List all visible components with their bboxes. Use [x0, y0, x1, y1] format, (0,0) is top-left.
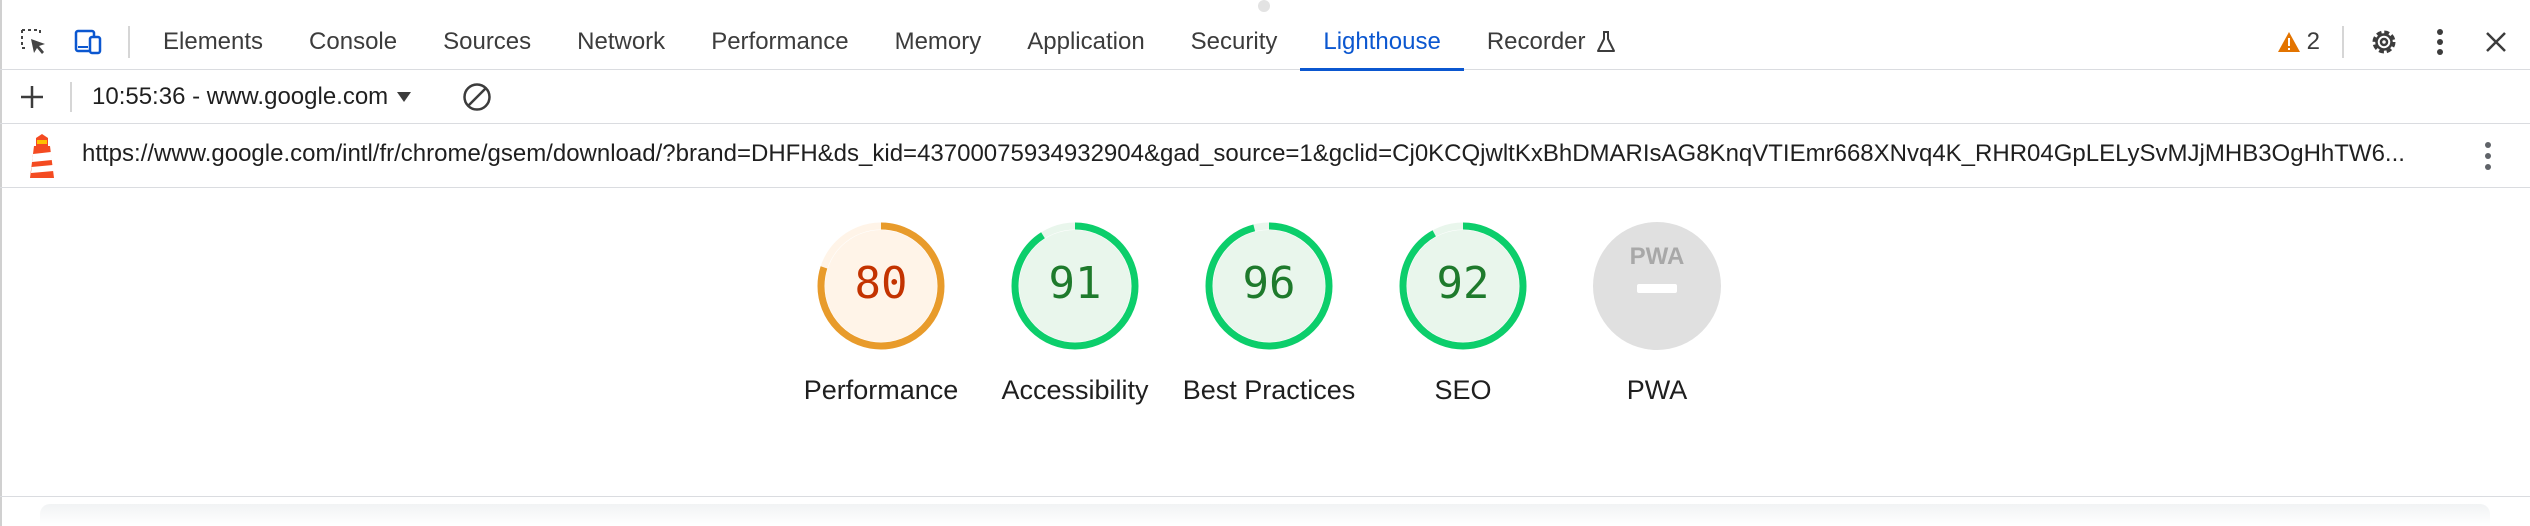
close-icon[interactable] [2476, 22, 2516, 62]
resize-handle[interactable] [1258, 0, 1270, 12]
warning-icon [2277, 32, 2300, 52]
gauge-label: Performance [803, 375, 959, 405]
tab-security[interactable]: Security [1168, 14, 1301, 70]
score-gauges: 80 Performance 91 Accessibility 96 Best … [784, 220, 1754, 410]
gauge-label: SEO [1434, 375, 1492, 405]
tab-label: Sources [443, 28, 532, 55]
tab-label: Console [309, 28, 398, 55]
report-body-edge [40, 504, 2490, 526]
more-vertical-icon[interactable] [2420, 22, 2460, 62]
score-gauge: 80 [817, 222, 945, 350]
devtools-tabbar: Elements Console Sources Network Perform… [0, 14, 2530, 71]
tab-label: Lighthouse [1323, 28, 1441, 55]
gear-icon[interactable] [2364, 22, 2404, 62]
score-value: 92 [1437, 258, 1490, 309]
score-value: 80 [855, 258, 908, 309]
tab-label: Memory [894, 28, 982, 55]
warnings-counter[interactable]: 2 [2277, 28, 2320, 56]
report-toolbar: 10:55:36 - www.google.com [0, 70, 2530, 124]
gauge-pwa[interactable]: PWA PWA [1560, 220, 1754, 410]
more-vertical-icon[interactable] [2478, 136, 2498, 176]
lighthouse-logo-icon [30, 134, 54, 178]
score-value: 96 [1243, 258, 1296, 309]
pwa-na-dash [1637, 284, 1677, 293]
tab-elements[interactable]: Elements [140, 14, 286, 70]
pwa-badge: PWA [1593, 222, 1721, 350]
score-value: 91 [1049, 258, 1102, 309]
gauge-performance[interactable]: 80 Performance [784, 220, 978, 410]
clear-icon[interactable] [458, 78, 496, 116]
tab-performance[interactable]: Performance [688, 14, 871, 70]
gauge-label: PWA [1626, 375, 1688, 405]
device-toolbar-icon[interactable] [70, 24, 106, 60]
tab-label: Performance [711, 28, 849, 55]
tab-label: Recorder [1486, 28, 1586, 55]
devtools-window: Elements Console Sources Network Perform… [0, 0, 2530, 526]
audited-url-bar: https://www.google.com/intl/fr/chrome/gs… [0, 124, 2530, 188]
tab-label: Network [577, 28, 666, 55]
panel-divider [0, 496, 2530, 497]
pwa-badge-text: PWA [1630, 243, 1685, 270]
report-selector[interactable]: 10:55:36 - www.google.com [92, 80, 412, 114]
inspect-element-icon[interactable] [16, 24, 52, 60]
toolbar-divider [128, 26, 130, 58]
tab-memory[interactable]: Memory [872, 14, 1005, 70]
toolbar-divider [70, 82, 72, 112]
audited-url: https://www.google.com/intl/fr/chrome/gs… [82, 140, 2405, 167]
score-gauge: 96 [1205, 222, 1333, 350]
devtools-right-controls: 2 [2277, 14, 2530, 70]
gauge-accessibility[interactable]: 91 Accessibility [978, 220, 1172, 410]
gauge-best-practices[interactable]: 96 Best Practices [1172, 220, 1366, 410]
gauge-label: Best Practices [1182, 375, 1356, 405]
gauge-label: Accessibility [1001, 375, 1149, 405]
warnings-count: 2 [2306, 28, 2320, 55]
tab-application[interactable]: Application [1004, 14, 1167, 70]
tab-console[interactable]: Console [286, 14, 420, 70]
tab-sources[interactable]: Sources [420, 14, 554, 70]
tab-recorder[interactable]: Recorder [1464, 14, 1639, 70]
score-gauge: 91 [1011, 222, 1139, 350]
tab-label: Elements [163, 28, 264, 55]
caret-down-icon [397, 92, 412, 102]
panel-tabs: Elements Console Sources Network Perform… [140, 14, 1639, 71]
tab-lighthouse[interactable]: Lighthouse [1300, 14, 1465, 71]
flask-icon [1596, 31, 1615, 52]
tab-network[interactable]: Network [554, 14, 688, 70]
toolbar-divider [2342, 26, 2344, 58]
add-icon[interactable] [14, 79, 50, 115]
gauge-seo[interactable]: 92 SEO [1366, 220, 1560, 410]
score-gauge: 92 [1399, 222, 1527, 350]
tab-label: Security [1190, 28, 1278, 55]
report-selector-value: 10:55:36 - www.google.com [92, 83, 389, 110]
tab-label: Application [1027, 28, 1145, 55]
